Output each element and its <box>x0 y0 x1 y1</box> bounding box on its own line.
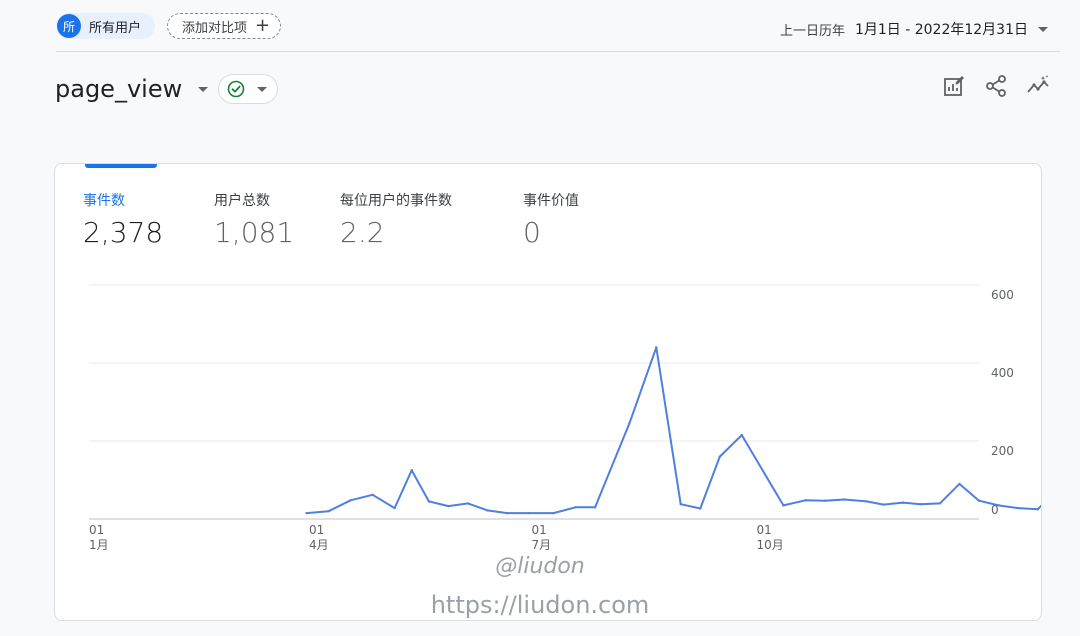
data-point <box>410 469 413 472</box>
data-point <box>843 498 846 501</box>
segment-avatar-icon: 所 <box>57 14 81 38</box>
data-point <box>902 501 905 504</box>
data-point <box>958 482 961 486</box>
date-range-value: 1月1日 - 2022年12月31日 <box>854 22 1028 38</box>
data-point <box>393 506 396 510</box>
page-title: page_view <box>55 75 183 103</box>
x-axis-ticks: 011月014月017月0110月 <box>89 523 784 552</box>
data-point <box>505 511 509 515</box>
x-tick-day: 01 <box>757 523 772 537</box>
x-tick-month: 1月 <box>89 538 109 552</box>
segment-label: 所有用户 <box>89 20 142 36</box>
series-line <box>306 346 1041 515</box>
chevron-down-icon <box>1038 26 1048 32</box>
data-point <box>740 433 744 437</box>
data-point <box>593 506 597 509</box>
data-point <box>552 511 555 515</box>
data-quality-chip[interactable] <box>218 74 279 104</box>
check-circle-icon <box>227 80 245 98</box>
data-point <box>574 506 577 509</box>
share-icon[interactable] <box>984 74 1008 98</box>
data-point <box>699 507 702 510</box>
edit-chart-icon[interactable] <box>942 74 966 98</box>
data-point <box>655 346 658 349</box>
data-point <box>718 455 722 458</box>
x-tick-month: 7月 <box>532 538 552 552</box>
chart-gridlines <box>89 284 979 520</box>
data-point <box>938 502 942 505</box>
data-point <box>679 502 682 506</box>
report-toolbar <box>942 74 1050 98</box>
report-title-row: page_view <box>55 74 279 104</box>
title-dropdown-icon[interactable] <box>198 86 209 92</box>
data-point <box>919 502 922 506</box>
data-point <box>782 504 785 507</box>
watermark-handle: @liudon <box>495 554 585 579</box>
data-point <box>997 504 1000 507</box>
y-tick-label: 200 <box>991 444 1014 458</box>
data-point <box>882 503 885 506</box>
plus-icon: + <box>255 15 271 36</box>
add-comparison-label: 添加对比项 <box>182 20 248 36</box>
x-tick-day: 01 <box>532 523 547 537</box>
top-divider <box>56 51 1060 52</box>
data-point <box>427 500 431 503</box>
data-point <box>349 499 352 502</box>
x-tick-month: 4月 <box>309 538 329 552</box>
metrics-chart-card: 事件数 2,378 用户总数 1,081 每位用户的事件数 2.2 事件价值 0… <box>54 163 1042 621</box>
data-point <box>447 504 450 508</box>
chevron-down-icon <box>257 86 268 92</box>
data-point <box>1036 508 1039 511</box>
segment-chip-all-users[interactable]: 所 所有用户 <box>56 13 156 39</box>
data-point <box>371 493 374 497</box>
watermark-url: https://liudon.com <box>431 591 650 619</box>
add-comparison-button[interactable]: 添加对比项 + <box>167 13 282 39</box>
data-point <box>527 511 531 515</box>
date-range-prefix: 上一日历年 <box>779 23 845 39</box>
data-point <box>823 499 827 502</box>
data-point <box>486 509 489 512</box>
top-bar: 所 所有用户 添加对比项 + 上一日历年 1月1日 - 2022年12月31日 <box>0 0 1080 52</box>
line-chart: 0200400600 011月014月017月0110月 @liudon htt… <box>89 284 1041 619</box>
data-point <box>327 510 330 513</box>
data-point <box>1016 506 1020 510</box>
data-point <box>977 499 981 502</box>
data-point <box>305 511 308 515</box>
data-point <box>628 422 631 425</box>
y-axis-ticks: 0200400600 <box>991 288 1014 517</box>
y-tick-label: 600 <box>991 288 1014 302</box>
chart-series <box>305 346 1041 515</box>
data-point <box>865 500 868 503</box>
x-tick-month: 10月 <box>757 538 784 552</box>
data-point <box>466 502 470 505</box>
y-tick-label: 400 <box>991 366 1014 380</box>
insights-icon[interactable] <box>1026 74 1050 98</box>
data-point <box>804 499 807 502</box>
x-tick-day: 01 <box>89 523 104 537</box>
x-tick-day: 01 <box>309 523 324 537</box>
date-range-picker[interactable]: 上一日历年 1月1日 - 2022年12月31日 <box>780 19 1048 39</box>
